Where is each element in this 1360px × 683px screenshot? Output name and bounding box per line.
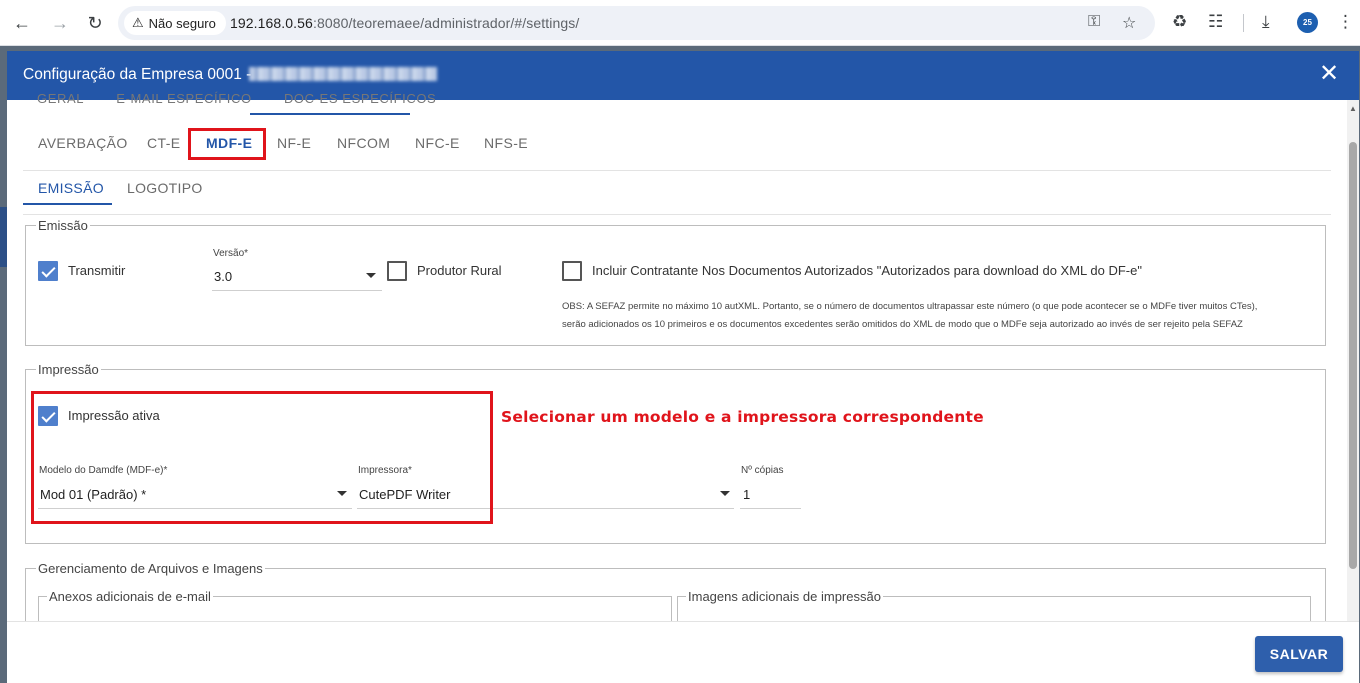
redacted-company-name bbox=[249, 67, 437, 81]
obs-text-line1: OBS: A SEFAZ permite no máximo 10 autXML… bbox=[562, 301, 1258, 312]
obs-text-line2: serão adicionados os 10 primeiros e os d… bbox=[562, 319, 1243, 330]
tab-nfce[interactable]: NFC-E bbox=[415, 135, 460, 151]
tab-geral[interactable]: GERAL bbox=[37, 91, 84, 106]
company-settings-dialog: Configuração da Empresa 0001 - ✕ GERAL E… bbox=[7, 51, 1359, 683]
warning-triangle-icon: ⚠ bbox=[132, 15, 144, 30]
tab-docs-especificos[interactable]: DOC-ES ESPECÍFICOS bbox=[284, 91, 436, 106]
address-bar[interactable]: ⚠ Não seguro 192.168.0.56:8080/teoremaee… bbox=[118, 6, 1155, 40]
puzzle-extensions-icon[interactable]: ☷ bbox=[1208, 12, 1223, 32]
imagens-legend: Imagens adicionais de impressão bbox=[688, 589, 881, 604]
sub-tab-indicator bbox=[23, 203, 112, 205]
impressao-legend: Impressão bbox=[38, 362, 99, 377]
tab-email-especifico[interactable]: E-MAIL ESPECÍFICO bbox=[116, 91, 251, 106]
highlight-box-impressao bbox=[31, 391, 493, 524]
recycle-extension-icon[interactable]: ♻ bbox=[1172, 12, 1187, 32]
instruction-annotation: Selecionar um modelo e a impressora corr… bbox=[501, 408, 984, 426]
dialog-title: Configuração da Empresa 0001 - bbox=[23, 66, 252, 83]
tab-nfe[interactable]: NF-E bbox=[277, 135, 311, 151]
reload-icon[interactable]: ↻ bbox=[81, 9, 109, 37]
tab-logotipo[interactable]: LOGOTIPO bbox=[127, 180, 203, 196]
highlight-box-mdfe bbox=[188, 128, 266, 160]
divider bbox=[23, 214, 1331, 215]
tab-cte[interactable]: CT-E bbox=[147, 135, 181, 151]
divider bbox=[23, 170, 1331, 171]
copias-label: Nº cópias bbox=[741, 465, 784, 476]
background-sidebar-strip bbox=[0, 207, 7, 267]
top-tab-indicator bbox=[250, 113, 410, 115]
chevron-down-icon[interactable] bbox=[366, 273, 376, 278]
anexos-legend: Anexos adicionais de e-mail bbox=[49, 589, 211, 604]
browser-toolbar: ← → ↻ ⚠ Não seguro 192.168.0.56:8080/teo… bbox=[0, 0, 1360, 46]
key-icon[interactable]: ⚿ bbox=[1088, 13, 1100, 31]
incluir-contratante-checkbox[interactable] bbox=[562, 261, 582, 281]
produtor-rural-checkbox[interactable] bbox=[387, 261, 407, 281]
chevron-down-icon[interactable] bbox=[720, 491, 730, 496]
star-icon[interactable]: ☆ bbox=[1122, 13, 1136, 33]
incluir-contratante-label: Incluir Contratante Nos Documentos Autor… bbox=[592, 263, 1142, 278]
forward-arrow-icon[interactable]: → bbox=[46, 9, 74, 37]
back-arrow-icon[interactable]: ← bbox=[8, 9, 36, 37]
copias-input[interactable]: 1 bbox=[743, 487, 750, 502]
emissao-legend: Emissão bbox=[38, 218, 88, 233]
tab-nfse[interactable]: NFS-E bbox=[484, 135, 528, 151]
save-button[interactable]: SALVAR bbox=[1255, 636, 1343, 672]
scrollbar-thumb[interactable] bbox=[1349, 142, 1357, 569]
top-tabs: GERAL E-MAIL ESPECÍFICO DOC-ES ESPECÍFIC… bbox=[37, 91, 464, 106]
transmitir-label: Transmitir bbox=[68, 263, 126, 278]
dialog-footer: SALVAR bbox=[7, 621, 1359, 683]
scroll-up-icon[interactable]: ▲ bbox=[1349, 104, 1357, 113]
toolbar-separator bbox=[1243, 14, 1244, 32]
url-text[interactable]: 192.168.0.56:8080/teoremaee/administrado… bbox=[230, 15, 579, 31]
url-path: :8080/teoremaee/administrador/#/settings… bbox=[312, 15, 580, 31]
download-icon[interactable]: ⤓ bbox=[1262, 12, 1270, 32]
tab-emissao[interactable]: EMISSÃO bbox=[38, 180, 104, 196]
profile-avatar[interactable]: 25 bbox=[1297, 12, 1318, 33]
security-label: Não seguro bbox=[148, 15, 216, 31]
versao-label: Versão* bbox=[213, 248, 249, 259]
copias-underline bbox=[740, 508, 801, 509]
security-chip[interactable]: ⚠ Não seguro bbox=[124, 11, 226, 35]
tab-averbacao[interactable]: AVERBAÇÃO bbox=[38, 135, 128, 151]
versao-underline bbox=[212, 290, 382, 291]
transmitir-checkbox[interactable] bbox=[38, 261, 58, 281]
tab-nfcom[interactable]: NFCOM bbox=[337, 135, 390, 151]
versao-select[interactable]: 3.0 bbox=[214, 269, 232, 284]
close-icon[interactable]: ✕ bbox=[1317, 62, 1341, 86]
url-host: 192.168.0.56 bbox=[230, 15, 313, 31]
produtor-rural-label: Produtor Rural bbox=[417, 263, 502, 278]
menu-dots-icon[interactable]: ⋮ bbox=[1337, 12, 1354, 32]
arquivos-legend: Gerenciamento de Arquivos e Imagens bbox=[38, 561, 263, 576]
